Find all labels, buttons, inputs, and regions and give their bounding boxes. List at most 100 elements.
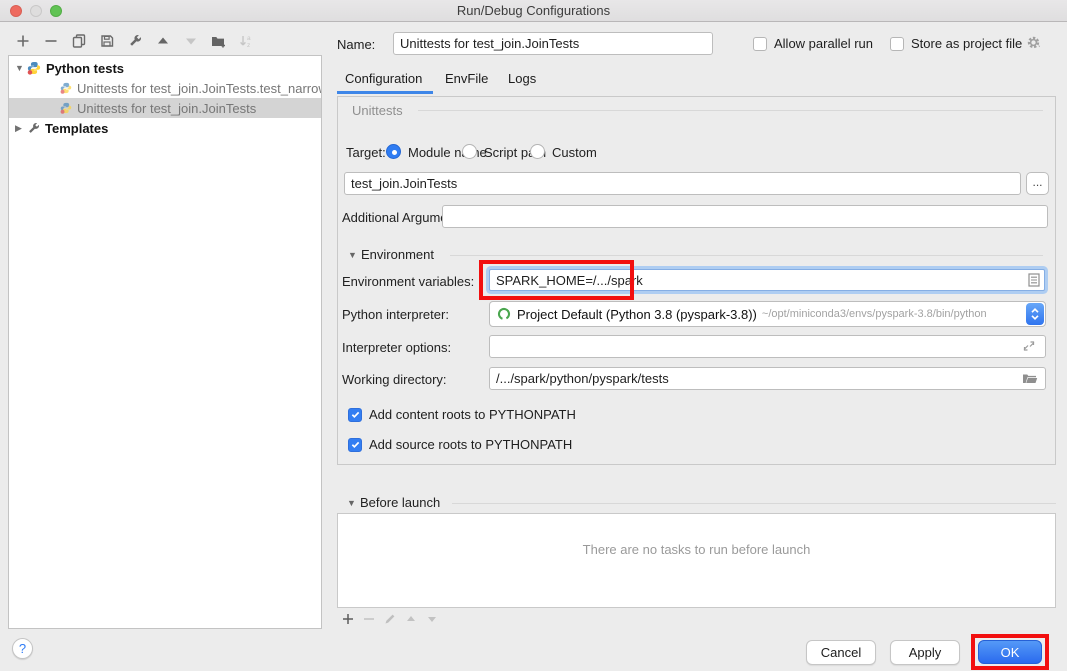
configuration-form: Unittests Target: Module name Script pat… xyxy=(337,96,1056,465)
add-content-roots-label: Add content roots to PYTHONPATH xyxy=(369,407,576,422)
tree-item-templates[interactable]: ▶ Templates xyxy=(9,118,321,138)
copy-configuration-icon[interactable] xyxy=(69,31,88,50)
run-debug-configurations-dialog: Run/Debug Configurations az xyxy=(0,0,1067,671)
edit-templates-wrench-icon[interactable] xyxy=(125,31,144,50)
python-test-icon xyxy=(60,82,72,94)
apply-button-label: Apply xyxy=(909,645,942,660)
tab-configuration[interactable]: Configuration xyxy=(345,71,422,86)
name-label: Name: xyxy=(337,37,375,52)
working-directory-input[interactable] xyxy=(489,367,1046,390)
tree-item-unittest-jointests-selected[interactable]: Unittests for test_join.JoinTests xyxy=(9,98,321,118)
browse-folder-icon[interactable] xyxy=(1022,372,1038,385)
tab-logs[interactable]: Logs xyxy=(508,71,536,86)
move-task-down-icon xyxy=(424,611,440,627)
environment-variables-field[interactable] xyxy=(489,269,1045,291)
add-source-roots-label: Add source roots to PYTHONPATH xyxy=(369,437,572,452)
allow-parallel-run-label: Allow parallel run xyxy=(774,36,873,51)
python-interpreter-select[interactable]: Project Default (Python 3.8 (pyspark-3.8… xyxy=(489,301,1046,327)
environment-variables-label: Environment variables: xyxy=(342,274,474,289)
store-options-gear-icon[interactable] xyxy=(1026,35,1042,50)
add-configuration-icon[interactable] xyxy=(13,31,32,50)
tree-item-unittest-narrow[interactable]: Unittests for test_join.JoinTests.test_n… xyxy=(9,78,321,98)
conda-environment-icon xyxy=(497,307,511,321)
move-down-icon xyxy=(181,31,200,50)
tree-item-python-tests[interactable]: ▼ Python tests xyxy=(9,58,321,78)
radio-script-path[interactable] xyxy=(462,144,477,159)
before-launch-group-title: Before launch xyxy=(360,495,440,510)
checkbox-unchecked-icon[interactable] xyxy=(890,37,904,51)
titlebar: Run/Debug Configurations xyxy=(0,0,1067,22)
expand-field-icon[interactable] xyxy=(1022,339,1036,353)
collapse-arrow-icon[interactable]: ▼ xyxy=(15,63,27,73)
python-interpreter-value: Project Default (Python 3.8 (pyspark-3.8… xyxy=(517,307,757,322)
remove-configuration-icon[interactable] xyxy=(41,31,60,50)
python-interpreter-label: Python interpreter: xyxy=(342,307,449,322)
working-directory-label: Working directory: xyxy=(342,372,447,387)
python-tests-icon xyxy=(27,61,41,75)
before-launch-collapse-icon[interactable]: ▼ xyxy=(347,498,356,508)
name-input[interactable] xyxy=(393,32,713,55)
module-name-input[interactable] xyxy=(344,172,1021,195)
edit-variables-list-icon[interactable] xyxy=(1028,273,1040,287)
sort-configurations-icon: az xyxy=(237,31,256,50)
cancel-button[interactable]: Cancel xyxy=(806,640,876,665)
remove-task-icon xyxy=(361,611,377,627)
save-configuration-icon[interactable] xyxy=(97,31,116,50)
ok-button-label: OK xyxy=(1001,645,1020,660)
checkbox-checked-icon[interactable] xyxy=(348,408,362,422)
svg-text:z: z xyxy=(247,42,250,48)
store-as-project-file-checkbox[interactable]: Store as project file xyxy=(890,36,1022,51)
help-button[interactable]: ? xyxy=(12,638,33,659)
configurations-tree: ▼ Python tests Unittests for test_join.J… xyxy=(8,55,322,629)
before-launch-empty-message: There are no tasks to run before launch xyxy=(338,542,1055,557)
browse-ellipsis-label: ... xyxy=(1032,175,1042,189)
move-up-icon[interactable] xyxy=(153,31,172,50)
select-stepper-icon[interactable] xyxy=(1026,303,1044,325)
window-controls xyxy=(10,5,62,17)
tree-item-label: Unittests for test_join.JoinTests xyxy=(77,101,256,116)
group-divider xyxy=(450,255,1043,256)
apply-button[interactable]: Apply xyxy=(890,640,960,665)
allow-parallel-run-checkbox[interactable]: Allow parallel run xyxy=(753,36,873,51)
tab-envfile[interactable]: EnvFile xyxy=(445,71,488,86)
add-task-icon[interactable] xyxy=(340,611,356,627)
interpreter-options-input[interactable] xyxy=(489,335,1046,358)
expand-arrow-icon[interactable]: ▶ xyxy=(15,123,27,134)
group-divider xyxy=(418,110,1043,111)
add-content-roots-checkbox[interactable]: Add content roots to PYTHONPATH xyxy=(348,407,576,422)
target-label: Target: xyxy=(346,145,386,160)
interpreter-options-label: Interpreter options: xyxy=(342,340,451,355)
new-folder-icon[interactable] xyxy=(209,31,228,50)
before-launch-task-list: There are no tasks to run before launch xyxy=(337,513,1056,608)
environment-collapse-icon[interactable]: ▼ xyxy=(348,250,357,260)
svg-text:a: a xyxy=(247,35,251,42)
browse-module-button[interactable]: ... xyxy=(1026,172,1049,195)
tree-item-label: Unittests for test_join.JoinTests.test_n… xyxy=(77,81,321,96)
ok-button[interactable]: OK xyxy=(978,640,1042,664)
additional-arguments-input[interactable] xyxy=(442,205,1048,228)
unittests-group-title: Unittests xyxy=(352,103,403,118)
checkbox-checked-icon[interactable] xyxy=(348,438,362,452)
tree-item-label: Python tests xyxy=(46,61,124,76)
window-title: Run/Debug Configurations xyxy=(457,3,610,18)
edit-task-pencil-icon xyxy=(382,611,398,627)
radio-custom[interactable] xyxy=(530,144,545,159)
move-task-up-icon xyxy=(403,611,419,627)
zoom-window-button[interactable] xyxy=(50,5,62,17)
environment-variables-input[interactable] xyxy=(490,273,1028,288)
radio-custom-label: Custom xyxy=(552,145,597,160)
python-interpreter-path: ~/opt/miniconda3/envs/pyspark-3.8/bin/py… xyxy=(762,308,1045,320)
configurations-toolbar: az xyxy=(13,31,256,50)
close-window-button[interactable] xyxy=(10,5,22,17)
checkbox-unchecked-icon[interactable] xyxy=(753,37,767,51)
python-test-icon xyxy=(60,102,72,114)
templates-wrench-icon xyxy=(27,122,40,135)
before-launch-toolbar xyxy=(340,611,440,627)
cancel-button-label: Cancel xyxy=(821,645,861,660)
group-divider xyxy=(452,503,1056,504)
add-source-roots-checkbox[interactable]: Add source roots to PYTHONPATH xyxy=(348,437,572,452)
active-tab-underline xyxy=(337,91,433,94)
radio-module-name[interactable] xyxy=(386,144,401,159)
tree-item-label: Templates xyxy=(45,121,108,136)
help-question-icon: ? xyxy=(19,641,26,656)
